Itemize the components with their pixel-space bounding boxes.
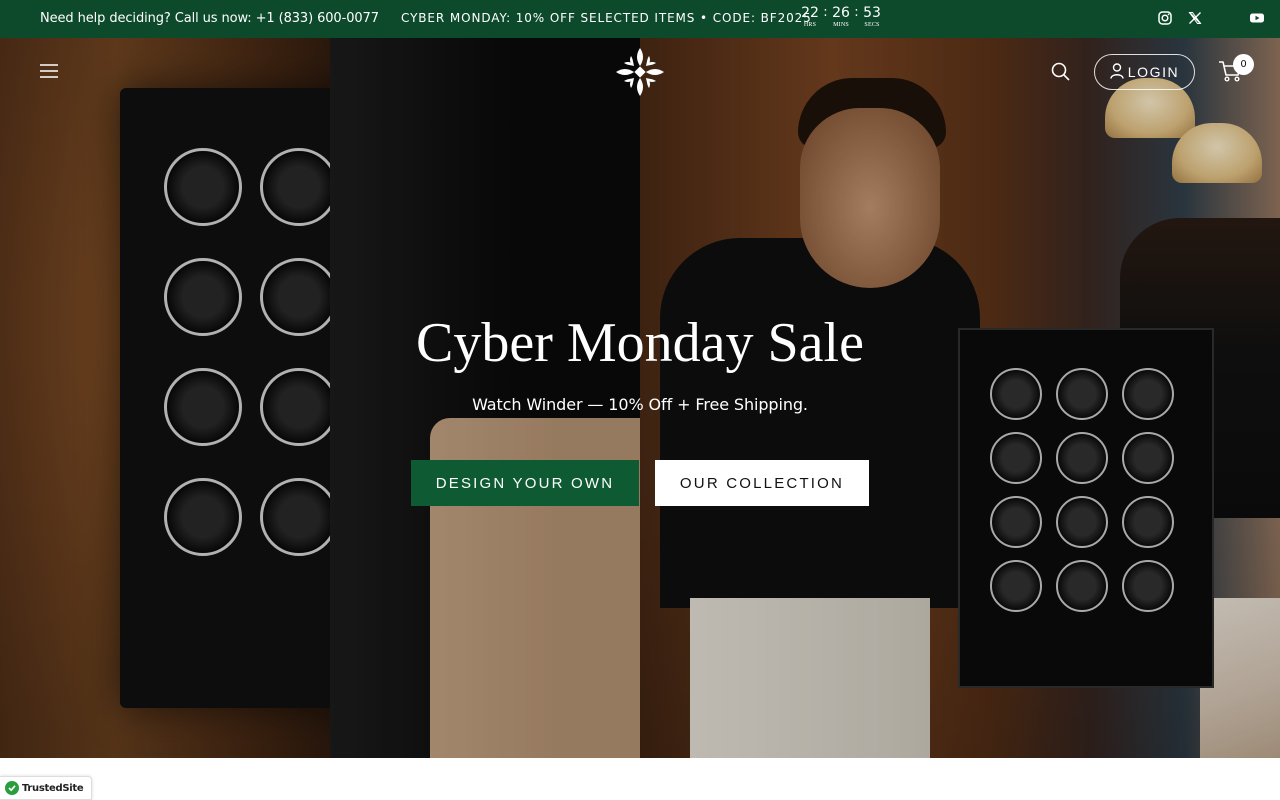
countdown-minutes-value: 26 — [832, 5, 850, 21]
promo-text: CYBER MONDAY: 10% OFF SELECTED ITEMS • C… — [401, 11, 812, 25]
youtube-icon[interactable] — [1249, 10, 1265, 26]
instagram-icon[interactable] — [1157, 10, 1173, 26]
countdown-timer: 22 HRS : 26 MINS : 53 SECS — [800, 5, 882, 29]
hero-title: Cyber Monday Sale — [416, 312, 864, 374]
checkmark-icon — [5, 781, 19, 795]
countdown-seconds-value: 53 — [863, 5, 881, 21]
countdown-hours-label: HRS — [803, 22, 817, 28]
countdown-separator: : — [854, 5, 859, 20]
login-button[interactable]: LOGIN — [1094, 54, 1195, 90]
countdown-hours: 22 HRS — [800, 5, 820, 29]
search-icon[interactable] — [1051, 62, 1070, 81]
countdown-minutes: 26 MINS — [831, 5, 851, 29]
countdown-separator: : — [823, 5, 828, 20]
trustedsite-badge[interactable]: TrustedSite — [0, 776, 92, 800]
cart-count-badge: 0 — [1233, 54, 1254, 75]
help-phone-text[interactable]: Need help deciding? Call us now: +1 (833… — [40, 11, 379, 26]
hamburger-menu-icon[interactable] — [40, 64, 58, 78]
user-icon — [1110, 62, 1124, 82]
countdown-hours-value: 22 — [801, 5, 819, 21]
countdown-seconds-label: SECS — [864, 22, 880, 28]
fleur-cross-logo[interactable] — [614, 46, 666, 98]
trustedsite-label: TrustedSite — [22, 782, 84, 794]
login-label: LOGIN — [1127, 64, 1180, 80]
x-twitter-icon[interactable] — [1187, 10, 1203, 26]
countdown-seconds: 53 SECS — [862, 5, 882, 29]
countdown-minutes-label: MINS — [833, 22, 849, 28]
hero-banner: Cyber Monday Sale Watch Winder — 10% Off… — [0, 38, 1280, 758]
hero-subtitle: Watch Winder — 10% Off + Free Shipping. — [472, 395, 808, 414]
our-collection-button[interactable]: OUR COLLECTION — [655, 460, 869, 506]
design-your-own-button[interactable]: DESIGN YOUR OWN — [411, 460, 639, 506]
hero-content: Cyber Monday Sale Watch Winder — 10% Off… — [0, 308, 1280, 414]
announcement-bar: Need help deciding? Call us now: +1 (833… — [0, 0, 1280, 38]
